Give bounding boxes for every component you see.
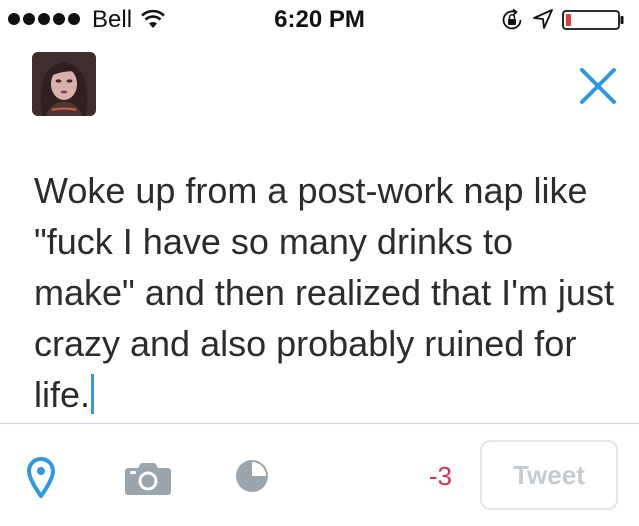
camera-icon[interactable] [124, 460, 172, 496]
character-counter: -3 [428, 461, 452, 491]
tweet-text: Woke up from a post-work nap like "fuck … [34, 170, 624, 415]
timer-icon[interactable] [234, 458, 270, 494]
text-cursor [91, 374, 95, 414]
toolbar-divider [0, 423, 639, 424]
rotation-lock-icon [502, 8, 522, 30]
location-pin-icon[interactable] [26, 456, 56, 498]
status-bar: Bell 6:20 PM [0, 0, 639, 40]
avatar-image [32, 52, 96, 116]
tweet-button[interactable]: Tweet [480, 440, 618, 510]
avatar[interactable] [32, 52, 96, 116]
tweet-compose-input[interactable]: Woke up from a post-work nap like "fuck … [34, 165, 614, 420]
close-icon[interactable] [576, 64, 620, 108]
location-arrow-icon [533, 9, 553, 29]
battery-icon [562, 10, 624, 30]
